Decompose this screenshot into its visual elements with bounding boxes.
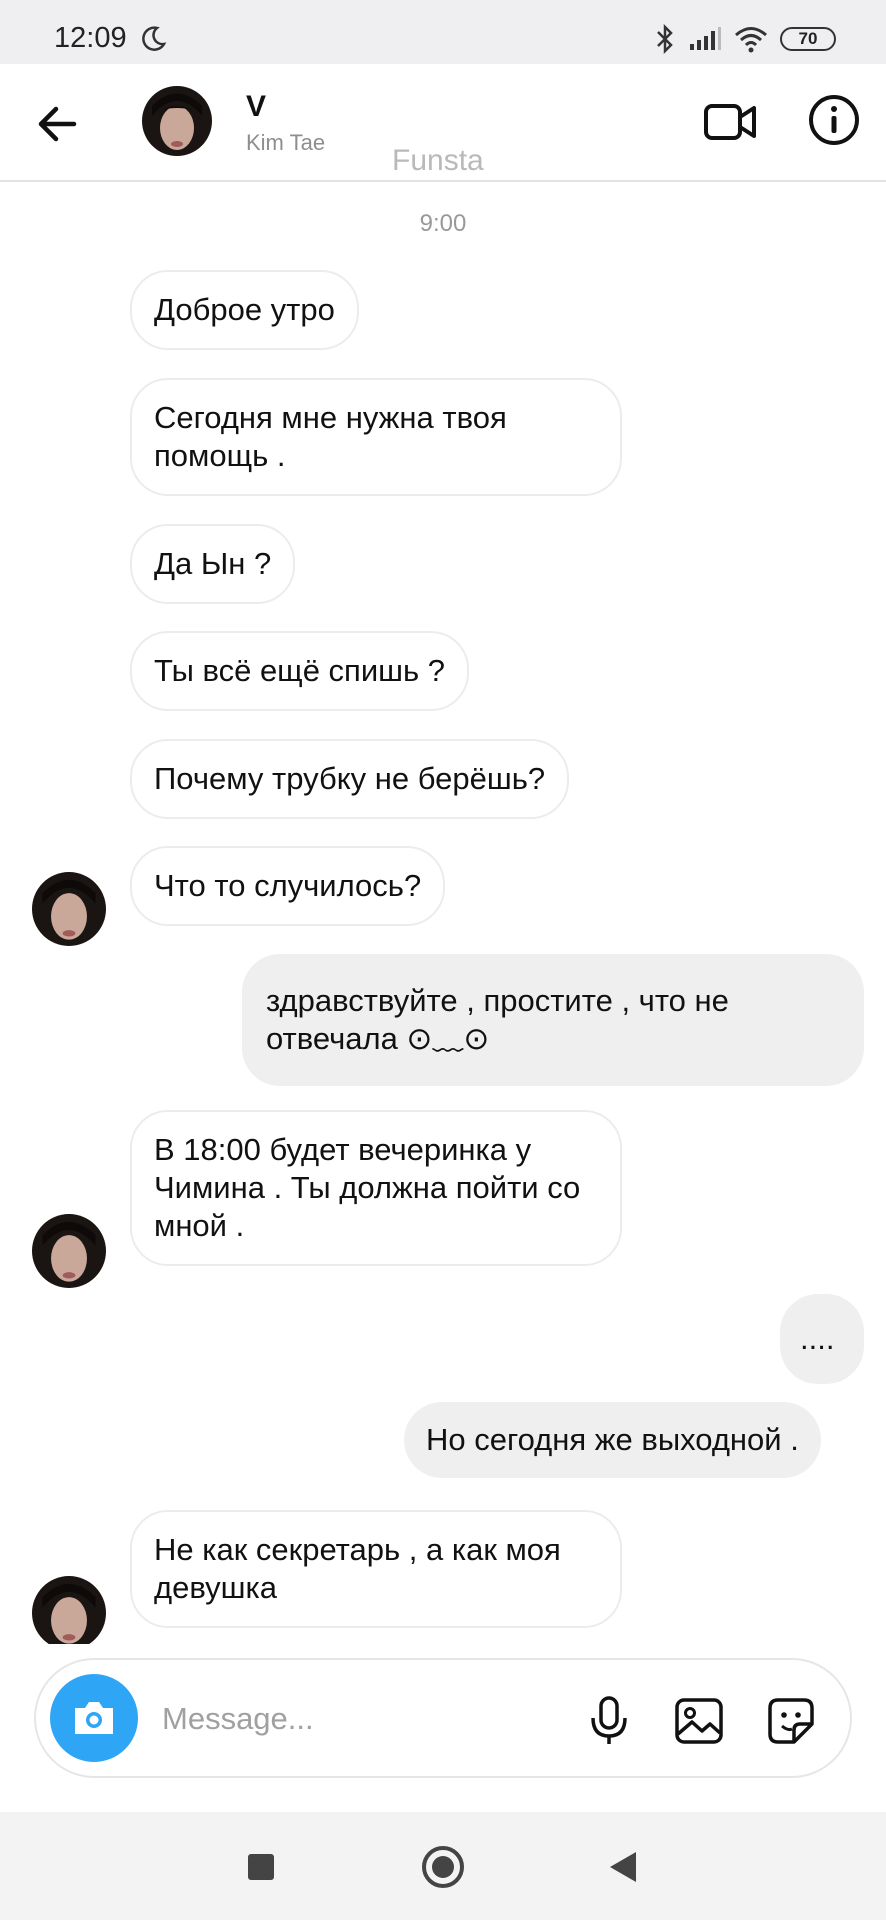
chat-timestamp: 9:00: [419, 210, 467, 237]
sender-avatar[interactable]: [32, 1576, 106, 1644]
status-icons: 70: [654, 24, 836, 54]
system-nav-bar: [0, 1812, 886, 1920]
do-not-disturb-moon-icon: [142, 26, 167, 51]
home-button[interactable]: [422, 1846, 464, 1888]
status-time: 12:09: [54, 22, 127, 54]
signal-icon: [690, 27, 721, 50]
info-icon[interactable]: [806, 92, 862, 148]
message-outgoing[interactable]: Но сегодня же выходной .: [404, 1402, 821, 1478]
message-composer: [34, 1658, 852, 1778]
watermark: Funsta: [392, 144, 484, 177]
contact-subtitle: Kim Tae: [246, 130, 326, 155]
message-incoming[interactable]: В 18:00 будет вечеринка у Чимина . Ты до…: [130, 1110, 622, 1266]
sticker-icon[interactable]: [764, 1694, 818, 1748]
camera-button[interactable]: [50, 1674, 138, 1762]
contact-avatar[interactable]: [142, 86, 212, 156]
message-incoming[interactable]: Сегодня мне нужна твоя помощь .: [130, 378, 622, 496]
chat-header: V Kim Tae Funsta: [0, 64, 886, 182]
wifi-icon: [735, 27, 767, 53]
contact-name[interactable]: V: [246, 90, 266, 124]
message-incoming[interactable]: Ты всё ещё спишь ?: [130, 631, 470, 711]
bluetooth-icon: [657, 24, 673, 54]
video-camera-icon[interactable]: [700, 92, 760, 152]
system-back-button[interactable]: [610, 1852, 636, 1882]
avatar-image: [32, 1576, 106, 1644]
avatar-image: [32, 872, 106, 946]
message-outgoing[interactable]: ....: [780, 1294, 864, 1384]
arrow-left-icon[interactable]: [28, 94, 88, 154]
message-input[interactable]: [162, 1694, 482, 1744]
message-incoming[interactable]: Не как секретарь , а как моя девушка: [130, 1510, 622, 1628]
message-outgoing[interactable]: здравствуйте , простите , что не отвечал…: [242, 954, 864, 1086]
camera-icon: [75, 1702, 113, 1734]
microphone-icon[interactable]: [582, 1694, 636, 1748]
avatar-image: [32, 1214, 106, 1288]
message-incoming[interactable]: Что то случилось?: [130, 846, 446, 926]
avatar-image: [142, 86, 212, 156]
image-icon[interactable]: [672, 1694, 726, 1748]
sender-avatar[interactable]: [32, 872, 106, 946]
sender-avatar[interactable]: [32, 1214, 106, 1288]
battery-indicator: 70: [780, 27, 836, 51]
message-list[interactable]: 9:00 Доброе утро Сегодня мне нужна твоя …: [0, 184, 886, 1644]
recents-button[interactable]: [248, 1854, 274, 1880]
message-incoming[interactable]: Доброе утро: [130, 270, 359, 350]
message-incoming[interactable]: Почему трубку не берёшь?: [130, 739, 570, 819]
status-bar: 12:09 70: [0, 0, 886, 64]
message-incoming[interactable]: Да Ын ?: [130, 524, 296, 604]
